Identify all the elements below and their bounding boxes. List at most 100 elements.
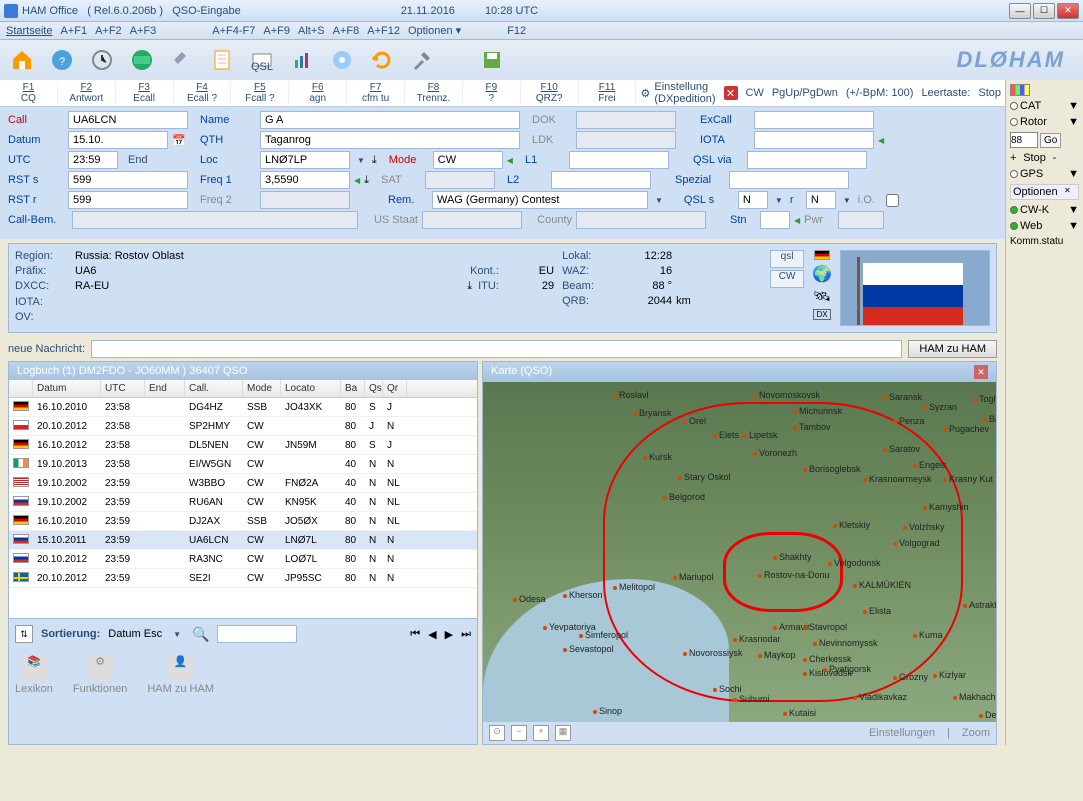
menu-startseite[interactable]: Startseite xyxy=(6,25,52,37)
qsl-button[interactable]: qsl xyxy=(770,250,804,268)
notebook-icon[interactable] xyxy=(206,44,238,76)
search-icon[interactable]: 🔍 xyxy=(192,626,209,643)
menu-af3[interactable]: A+F3 xyxy=(130,25,157,37)
fkey-f10[interactable]: F10QRZ? xyxy=(521,81,579,105)
fkey-f2[interactable]: F2Antwort xyxy=(58,81,116,105)
save-icon[interactable] xyxy=(476,44,508,76)
ldk-input[interactable] xyxy=(576,131,676,149)
fkey-f4[interactable]: F4Ecall ? xyxy=(174,81,232,105)
rem-input[interactable] xyxy=(432,191,648,209)
menu-optionen[interactable]: Optionen ▾ xyxy=(408,24,461,37)
map-layers-icon[interactable]: ▦ xyxy=(555,725,571,741)
calendar-icon[interactable]: 📅 xyxy=(172,134,188,147)
clock-icon[interactable] xyxy=(86,44,118,76)
fkey-f9[interactable]: F9? xyxy=(463,81,521,105)
cwk-row[interactable]: CW-K▼ xyxy=(1010,204,1079,216)
table-row[interactable]: 20.10.201223:58SP2HMYCW80JN xyxy=(9,417,477,436)
komm-status[interactable]: Komm.statu xyxy=(1010,236,1079,247)
map-settings-link[interactable]: Einstellungen xyxy=(869,727,935,739)
cd-icon[interactable] xyxy=(326,44,358,76)
table-row[interactable]: 19.10.201323:58EI/W5GNCW40NN xyxy=(9,455,477,474)
name-input[interactable] xyxy=(260,111,520,129)
table-row[interactable]: 19.10.200223:59W3BBOCWFNØ2A40NNL xyxy=(9,474,477,493)
freq2-input[interactable] xyxy=(260,191,350,209)
funktionen-button[interactable]: ⚙Funktionen xyxy=(73,655,127,695)
nav-next-icon[interactable]: ▶ xyxy=(445,628,453,641)
dxcc-down-icon[interactable]: ⤓ xyxy=(467,280,472,293)
zoom-reset-icon[interactable]: ⊙ xyxy=(489,725,505,741)
fkey-f6[interactable]: F6agn xyxy=(289,81,347,105)
opt-close-icon[interactable]: ✕ xyxy=(1064,186,1076,198)
qslr-input[interactable] xyxy=(806,191,836,209)
message-input[interactable] xyxy=(91,340,902,358)
stn-input[interactable] xyxy=(760,211,790,229)
help-icon[interactable]: ? xyxy=(46,44,78,76)
map-zoom-link[interactable]: Zoom xyxy=(962,727,990,739)
rstr-input[interactable] xyxy=(68,191,188,209)
menu-af9[interactable]: A+F9 xyxy=(263,25,290,37)
county-input[interactable] xyxy=(576,211,706,229)
table-row[interactable]: 15.10.201123:59UA6LCNCWLNØ7L80NN xyxy=(9,531,477,550)
qsls-dropdown-icon[interactable]: ▼ xyxy=(772,196,786,205)
table-row[interactable]: 16.10.201023:58DG4HZSSBJO43XK80SJ xyxy=(9,398,477,417)
l2-input[interactable] xyxy=(551,171,651,189)
globe-icon[interactable] xyxy=(126,44,158,76)
mode-arrow-icon[interactable]: ◀ xyxy=(507,156,513,165)
table-row[interactable]: 20.10.201223:59SE2ICWJP95SC80NN xyxy=(9,569,477,588)
freq1-down-icon[interactable]: ⤓ xyxy=(364,174,369,187)
gps-row[interactable]: GPS▼ xyxy=(1010,168,1079,180)
qslvia-input[interactable] xyxy=(747,151,867,169)
excall-input[interactable] xyxy=(754,111,874,129)
globe-small-icon[interactable]: 🌍 xyxy=(812,264,832,284)
loc-input[interactable] xyxy=(260,151,350,169)
fkey-f3[interactable]: F3Ecall xyxy=(116,81,174,105)
loc-down-icon[interactable]: ⤓ xyxy=(372,154,377,167)
chart-icon[interactable] xyxy=(286,44,318,76)
end-button[interactable]: End xyxy=(122,154,172,166)
freq1-arrow-icon[interactable]: ◀ xyxy=(354,176,360,185)
satellite-small-icon[interactable]: 🛰 xyxy=(813,288,831,305)
fkey-settings[interactable]: ⚙ Einstellung(DXpedition) xyxy=(636,81,719,105)
qth-input[interactable] xyxy=(260,131,520,149)
zoom-in-icon[interactable]: + xyxy=(533,725,549,741)
table-row[interactable]: 16.10.201223:58DL5NENCWJN59M80SJ xyxy=(9,436,477,455)
fkey-f11[interactable]: F11Frei xyxy=(579,81,637,105)
search-input[interactable] xyxy=(217,625,297,643)
nav-last-icon[interactable]: ⏭ xyxy=(461,628,471,641)
ham-zu-ham-button[interactable]: HAM zu HAM xyxy=(908,340,997,358)
map-canvas[interactable]: RoslavlBryanskOrelNovomoskovskMichurinsk… xyxy=(483,382,996,722)
rotor-row[interactable]: Rotor▼ xyxy=(1010,116,1079,128)
l1-input[interactable] xyxy=(569,151,669,169)
menu-af2[interactable]: A+F2 xyxy=(95,25,122,37)
color-grid-icon[interactable] xyxy=(1010,84,1030,96)
freq1-input[interactable] xyxy=(260,171,350,189)
menu-alts[interactable]: Alt+S xyxy=(298,25,325,37)
web-row[interactable]: Web▼ xyxy=(1010,220,1079,232)
iota-input[interactable] xyxy=(754,131,874,149)
map-close-icon[interactable]: ✕ xyxy=(974,365,988,379)
menu-f12[interactable]: F12 xyxy=(507,25,526,37)
callbem-input[interactable] xyxy=(72,211,358,229)
menu-af1[interactable]: A+F1 xyxy=(60,25,87,37)
hamzuham-button[interactable]: 👤HAM zu HAM xyxy=(147,655,214,695)
dx-icon[interactable]: DX xyxy=(813,309,830,320)
refresh-icon[interactable] xyxy=(366,44,398,76)
close-button[interactable]: ✕ xyxy=(1057,3,1079,19)
nav-prev-icon[interactable]: ◀ xyxy=(428,628,436,641)
fkey-f1[interactable]: F1CQ xyxy=(0,81,58,105)
sat-input[interactable] xyxy=(425,171,495,189)
usstaat-input[interactable] xyxy=(422,211,522,229)
dok-input[interactable] xyxy=(576,111,676,129)
sidebar-optionen[interactable]: Optionen✕ xyxy=(1010,184,1079,200)
fkey-f8[interactable]: F8Trennz. xyxy=(405,81,463,105)
sort-dropdown-icon[interactable]: ▼ xyxy=(170,630,184,639)
qsls-input[interactable] xyxy=(738,191,768,209)
sort-value[interactable]: Datum Esc xyxy=(108,628,162,640)
menu-af4f7[interactable]: A+F4-F7 xyxy=(212,25,255,37)
nav-first-icon[interactable]: ⏮ xyxy=(410,628,420,641)
fkey-f7[interactable]: F7cfm tu xyxy=(347,81,405,105)
menu-af12[interactable]: A+F12 xyxy=(367,25,400,37)
flag-de-icon[interactable] xyxy=(814,250,830,260)
qslr-dropdown-icon[interactable]: ▼ xyxy=(840,196,854,205)
rem-dropdown-icon[interactable]: ▼ xyxy=(652,196,666,205)
